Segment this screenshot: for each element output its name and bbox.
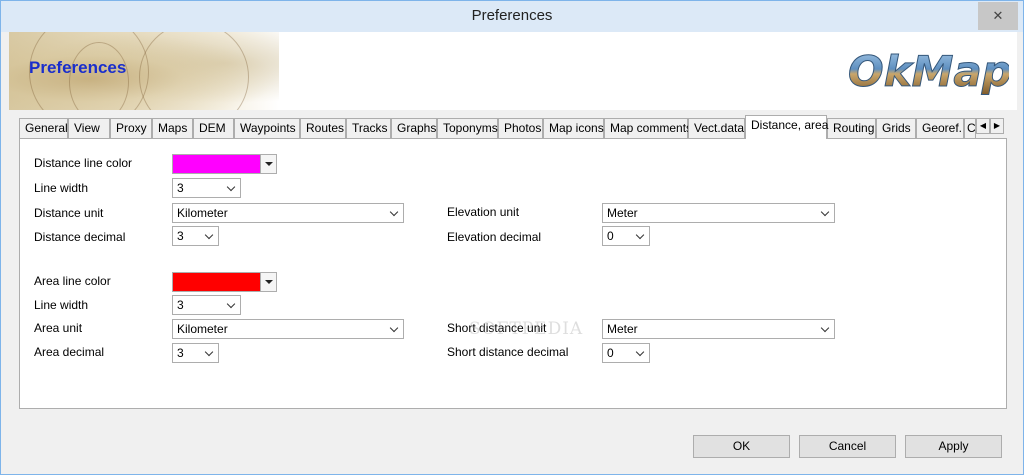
- banner-title: Preferences: [29, 58, 127, 77]
- apply-button[interactable]: Apply: [905, 435, 1002, 458]
- chevron-down-icon: [817, 204, 834, 222]
- area-color-swatch: [173, 273, 261, 291]
- tab-proxy[interactable]: Proxy: [110, 118, 152, 138]
- tab-georef[interactable]: Georef.: [916, 118, 964, 138]
- chevron-down-icon: [817, 320, 834, 338]
- elevation-unit-select[interactable]: Meter: [602, 203, 835, 223]
- distance-color-swatch: [173, 155, 261, 173]
- tab-dem[interactable]: DEM: [193, 118, 234, 138]
- close-button[interactable]: ✕: [978, 2, 1018, 30]
- distance-line-color-label: Distance line color: [34, 156, 133, 170]
- area-line-width-select[interactable]: 3: [172, 295, 241, 315]
- tab-scroll-left-icon[interactable]: ◀: [976, 118, 990, 134]
- distance-decimal-select[interactable]: 3: [172, 226, 219, 246]
- tab-routes[interactable]: Routes: [300, 118, 346, 138]
- tab-tracks[interactable]: Tracks: [346, 118, 391, 138]
- tab-scroll-right-icon[interactable]: ▶: [990, 118, 1004, 134]
- okmap-logo: OkMap: [848, 47, 1010, 97]
- window-title: Preferences: [471, 7, 553, 24]
- tab-graphs[interactable]: Graphs: [391, 118, 437, 138]
- short-distance-decimal-label: Short distance decimal: [447, 345, 569, 359]
- distance-decimal-label: Distance decimal: [34, 230, 126, 244]
- elevation-unit-label: Elevation unit: [447, 205, 520, 219]
- tab-partial-c[interactable]: C: [964, 118, 976, 138]
- color-dropdown-icon[interactable]: [260, 155, 276, 173]
- header-banner: Preferences OkMap: [9, 32, 1017, 110]
- tab-map-icons[interactable]: Map icons: [543, 118, 604, 138]
- chevron-down-icon: [386, 320, 403, 338]
- cancel-button[interactable]: Cancel: [799, 435, 896, 458]
- area-decimal-label: Area decimal: [34, 345, 105, 359]
- distance-area-panel: Distance line color Line width 3 Distanc…: [19, 138, 1007, 409]
- tab-maps[interactable]: Maps: [152, 118, 193, 138]
- area-unit-label: Area unit: [34, 321, 83, 335]
- chevron-down-icon: [223, 296, 240, 314]
- logo-text: OkMap: [848, 47, 1009, 96]
- watermark: SOFTPEDIA: [469, 319, 584, 339]
- short-distance-unit-select[interactable]: Meter: [602, 319, 835, 339]
- tab-toponyms[interactable]: Toponyms: [437, 118, 498, 138]
- chevron-down-icon: [201, 227, 218, 245]
- tab-general[interactable]: General: [19, 118, 68, 138]
- area-line-width-label: Line width: [34, 298, 89, 312]
- distance-line-color-picker[interactable]: [172, 154, 277, 174]
- area-decimal-select[interactable]: 3: [172, 343, 219, 363]
- area-unit-select[interactable]: Kilometer: [172, 319, 404, 339]
- tab-vect-data[interactable]: Vect.data: [688, 118, 745, 138]
- color-dropdown-icon[interactable]: [260, 273, 276, 291]
- ok-button[interactable]: OK: [693, 435, 790, 458]
- preferences-window: Preferences ✕ Preferences OkMap General …: [0, 0, 1024, 475]
- tab-grids[interactable]: Grids: [876, 118, 916, 138]
- tab-distance-area[interactable]: Distance, area: [745, 115, 828, 139]
- area-line-color-picker[interactable]: [172, 272, 277, 292]
- tab-strip: General View Proxy Maps DEM Waypoints Ro…: [19, 115, 1007, 139]
- distance-unit-select[interactable]: Kilometer: [172, 203, 404, 223]
- tab-map-comments[interactable]: Map comments: [604, 118, 692, 138]
- elevation-decimal-select[interactable]: 0: [602, 226, 650, 246]
- title-bar: Preferences ✕: [1, 1, 1023, 32]
- tab-photos[interactable]: Photos: [498, 118, 543, 138]
- chevron-down-icon: [632, 227, 649, 245]
- chevron-down-icon: [223, 179, 240, 197]
- chevron-down-icon: [201, 344, 218, 362]
- short-distance-decimal-select[interactable]: 0: [602, 343, 650, 363]
- tab-waypoints[interactable]: Waypoints: [234, 118, 300, 138]
- distance-unit-label: Distance unit: [34, 206, 104, 220]
- area-line-color-label: Area line color: [34, 274, 111, 288]
- distance-line-width-label: Line width: [34, 181, 89, 195]
- tab-view[interactable]: View: [68, 118, 110, 138]
- distance-line-width-select[interactable]: 3: [172, 178, 241, 198]
- elevation-decimal-label: Elevation decimal: [447, 230, 542, 244]
- chevron-down-icon: [632, 344, 649, 362]
- tab-routing[interactable]: Routing: [827, 118, 876, 138]
- chevron-down-icon: [386, 204, 403, 222]
